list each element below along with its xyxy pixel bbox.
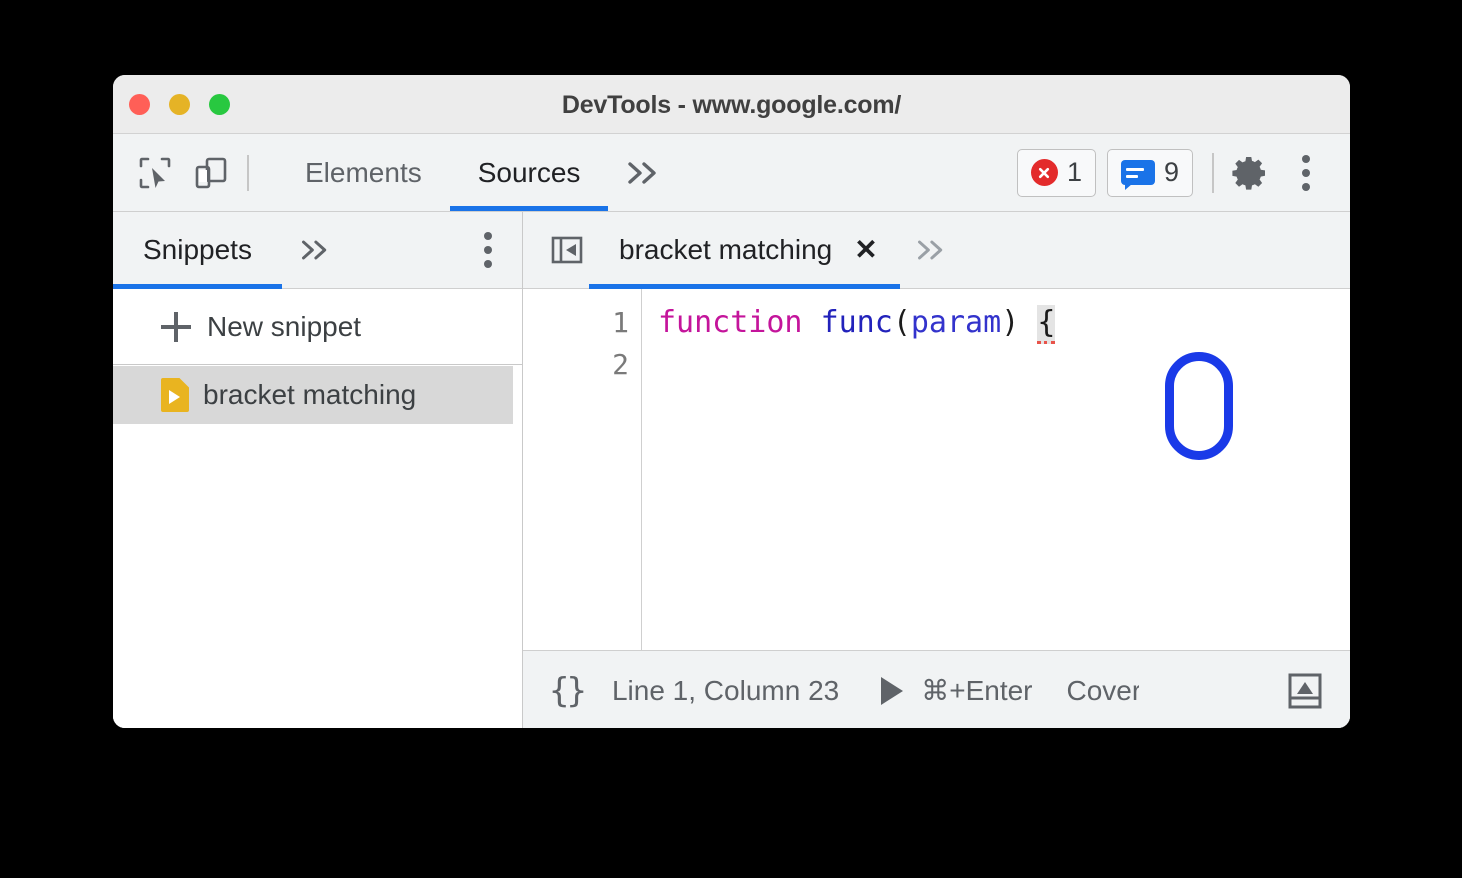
message-count: 9 [1163,157,1179,187]
message-count-badge[interactable]: 9 [1106,148,1193,197]
snippets-sidebar: Snippets New snippet bracket matching [113,212,523,728]
code-token-function-name: func [820,305,893,340]
new-snippet-button[interactable]: New snippet [113,289,522,365]
line-number-gutter: 1 2 [523,289,642,650]
code-editor[interactable]: 1 2 function func(param) { [523,289,1350,650]
line-number: 1 [612,306,629,339]
snippets-empty-area [113,424,522,728]
cursor-position-label: Line 1, Column 23 [611,674,840,706]
snippet-label: bracket matching [203,379,417,410]
editor-tab-label: bracket matching [619,234,833,265]
collapse-sidebar-icon[interactable] [545,228,589,272]
new-snippet-label: New snippet [207,310,362,342]
message-bubble-icon [1120,160,1155,190]
more-panels-chevron-double-right-icon[interactable] [608,160,678,186]
window-titlebar: DevTools - www.google.com/ [113,75,1350,134]
coverage-label[interactable]: Coverage [1067,675,1139,707]
screenshot-stage: DevTools - www.google.com/ Elements Sour… [0,0,1462,878]
devtools-body: Snippets New snippet bracket matching br… [113,212,1350,728]
error-circle-icon [1030,159,1058,186]
code-token-open-brace: { [1037,305,1056,344]
plus-icon [161,311,191,342]
editor-more-chevron-double-right-icon[interactable] [900,238,962,262]
editor-tab-bracket-matching[interactable]: bracket matching ✕ [589,212,900,289]
close-icon[interactable]: ✕ [854,236,877,264]
toolbar-divider-right [1212,152,1214,193]
code-token-close-paren: ) [1001,305,1020,340]
toolbar-divider [247,154,249,191]
code-token-keyword: function [658,305,803,340]
tab-snippets[interactable]: Snippets [113,212,282,289]
run-shortcut-label: ⌘+Enter [921,675,1033,706]
code-token-open-paren: ( [892,305,911,340]
devtools-window: DevTools - www.google.com/ Elements Sour… [113,75,1350,728]
devtools-main-toolbar: Elements Sources 1 9 [113,134,1350,212]
pretty-print-icon[interactable]: {} [549,671,587,711]
editor-tabbar: bracket matching ✕ [523,212,1350,289]
play-icon[interactable] [881,676,904,705]
editor-pane: bracket matching ✕ 1 2 function func(par… [523,212,1350,728]
editor-statusbar: {} Line 1, Column 23 ⌘+Enter Coverage [523,650,1350,728]
show-drawer-icon[interactable] [1282,666,1328,716]
snippet-file-icon [161,378,189,412]
gear-icon[interactable] [1228,151,1272,195]
tab-elements[interactable]: Elements [277,134,450,211]
line-number: 2 [612,348,629,381]
device-toolbar-icon[interactable] [189,151,233,195]
code-content[interactable]: function func(param) { [642,289,1350,650]
error-count-badge[interactable]: 1 [1016,148,1096,197]
window-title: DevTools - www.google.com/ [561,91,902,119]
list-item[interactable]: bracket matching [113,366,513,424]
panel-tab-list: Elements Sources [277,134,609,211]
inspect-element-icon[interactable] [133,151,177,195]
sidebar-kebab-menu-icon[interactable] [484,232,492,268]
kebab-menu-icon[interactable] [1286,150,1326,196]
snippets-sidebar-header: Snippets [113,212,522,289]
tab-sources[interactable]: Sources [449,134,609,211]
sidebar-more-chevron-double-right-icon[interactable] [282,238,348,262]
code-token-param: param [910,305,1002,340]
error-count: 1 [1066,157,1082,187]
